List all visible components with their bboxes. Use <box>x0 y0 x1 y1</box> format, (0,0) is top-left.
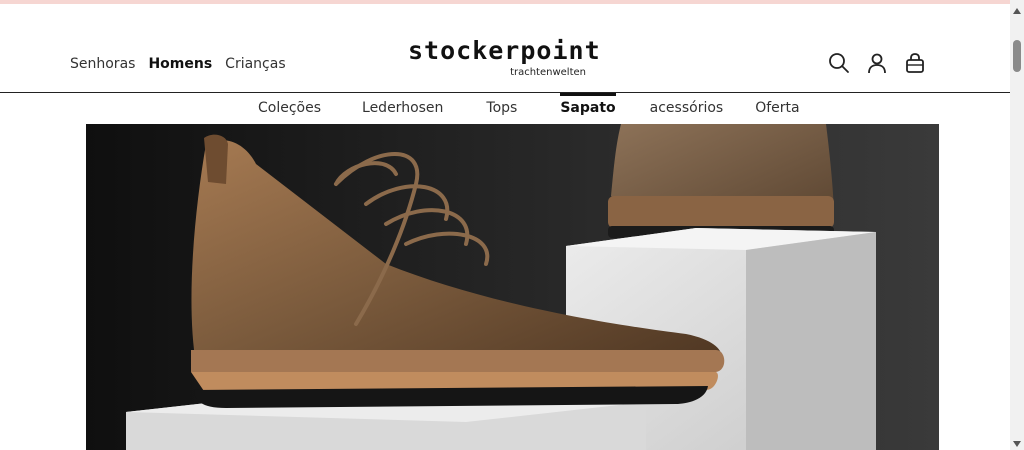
category-nav-acessorios[interactable]: acessórios <box>650 93 724 124</box>
audience-nav: Senhoras Homens Crianças <box>70 56 286 72</box>
category-nav-tops[interactable]: Tops <box>486 93 517 124</box>
category-nav-colecoes[interactable]: Coleções <box>258 93 321 124</box>
hero-banner[interactable] <box>86 124 939 450</box>
category-nav: Coleções Lederhosen Tops Sapato acessóri… <box>258 93 800 124</box>
site-logo[interactable]: stockerpoint trachtenwelten <box>408 36 601 79</box>
scroll-up-arrow-icon[interactable] <box>1013 8 1021 14</box>
hero-image <box>86 124 939 450</box>
shopping-bag-icon[interactable] <box>904 52 926 74</box>
audience-nav-senhoras[interactable]: Senhoras <box>70 56 135 72</box>
site-header: Senhoras Homens Crianças stockerpoint tr… <box>0 4 1010 92</box>
scrollbar-thumb[interactable] <box>1013 40 1021 72</box>
audience-nav-homens[interactable]: Homens <box>148 56 212 72</box>
category-nav-lederhosen[interactable]: Lederhosen <box>362 93 443 124</box>
category-nav-sapato[interactable]: Sapato <box>560 93 616 124</box>
header-actions <box>828 52 926 74</box>
audience-nav-criancas[interactable]: Crianças <box>225 56 285 72</box>
logo-tagline: trachtenwelten <box>510 67 586 78</box>
page-scrollbar[interactable] <box>1010 0 1024 450</box>
user-icon[interactable] <box>866 52 888 74</box>
scroll-down-arrow-icon[interactable] <box>1013 441 1021 447</box>
logo-wordmark: stockerpoint <box>408 36 601 65</box>
category-nav-oferta[interactable]: Oferta <box>755 93 799 124</box>
search-icon[interactable] <box>828 52 850 74</box>
